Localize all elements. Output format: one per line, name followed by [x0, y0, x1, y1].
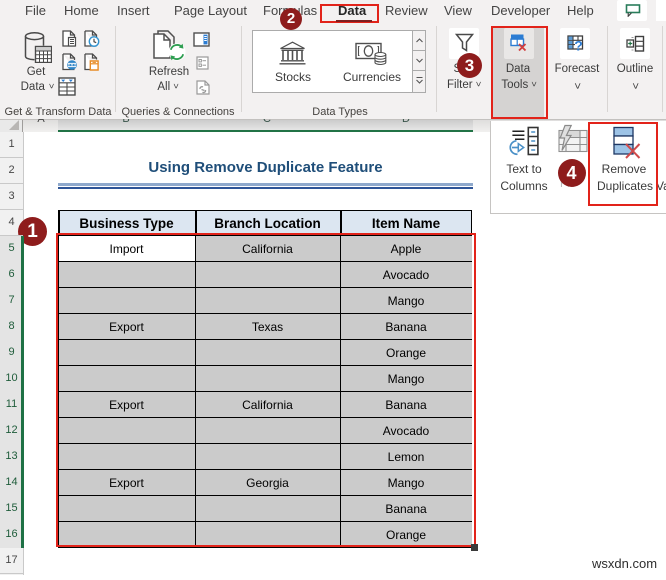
svg-text:?: ? — [574, 38, 583, 54]
